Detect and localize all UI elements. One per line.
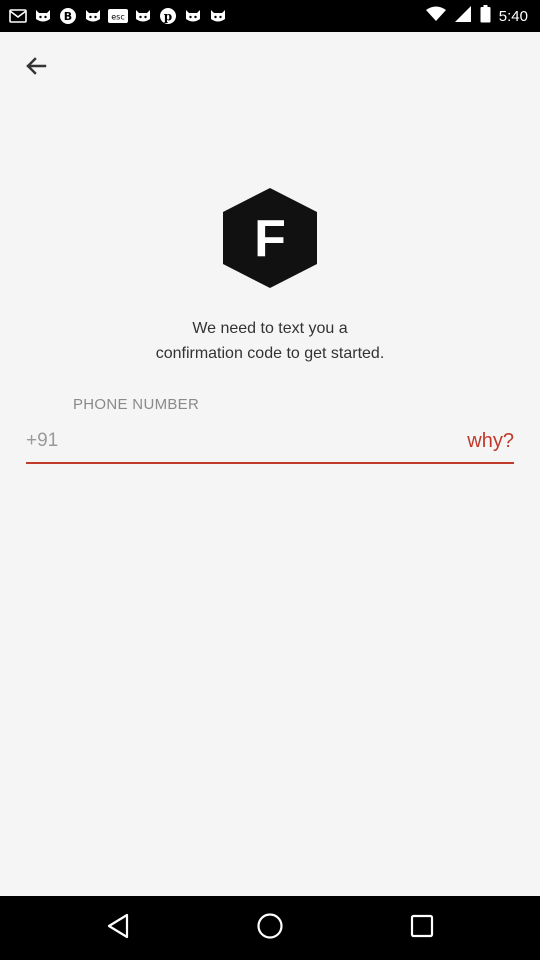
wifi-icon — [425, 6, 446, 27]
message-line-1: We need to text you a — [192, 320, 348, 337]
instruction-message: We need to text you a confirmation code … — [0, 316, 540, 366]
svg-text:p: p — [164, 10, 172, 24]
svg-text:B: B — [64, 10, 72, 23]
pinterest-icon: p — [158, 6, 178, 26]
message-line-2: confirmation code to get started. — [155, 345, 385, 362]
mail-icon — [8, 6, 28, 26]
why-link[interactable]: why? — [467, 430, 514, 453]
home-circle-icon — [256, 912, 284, 945]
bitcoin-icon: B — [58, 6, 78, 26]
notification-icons: B esc p — [8, 6, 228, 26]
cat-icon — [183, 6, 203, 26]
cat-icon — [208, 6, 228, 26]
back-button[interactable] — [16, 50, 56, 86]
country-code[interactable]: +91 — [26, 430, 58, 452]
logo-letter: F — [254, 210, 286, 268]
app-logo: F — [221, 188, 319, 288]
phone-number-label: PHONE NUMBER — [73, 396, 200, 413]
navigation-bar — [0, 896, 540, 960]
arrow-left-icon — [25, 55, 47, 82]
phone-verification-screen: B esc p 5:40 F We need to text you a con… — [0, 0, 540, 960]
svg-text:esc: esc — [111, 13, 125, 22]
phone-input-row: +91 why? — [26, 426, 514, 464]
cat-icon — [133, 6, 153, 26]
system-status: 5:40 — [425, 5, 528, 28]
phone-number-input[interactable] — [72, 426, 446, 462]
recents-square-icon — [410, 914, 434, 943]
nav-recents-button[interactable] — [406, 912, 438, 944]
esc-icon: esc — [108, 6, 128, 26]
signal-icon — [454, 5, 472, 28]
cat-icon — [83, 6, 103, 26]
back-triangle-icon — [106, 913, 130, 944]
cat-icon — [33, 6, 53, 26]
nav-home-button[interactable] — [254, 912, 286, 944]
battery-icon — [480, 5, 491, 28]
status-bar: B esc p 5:40 — [0, 0, 540, 32]
nav-back-button[interactable] — [102, 912, 134, 944]
status-time: 5:40 — [498, 8, 528, 25]
